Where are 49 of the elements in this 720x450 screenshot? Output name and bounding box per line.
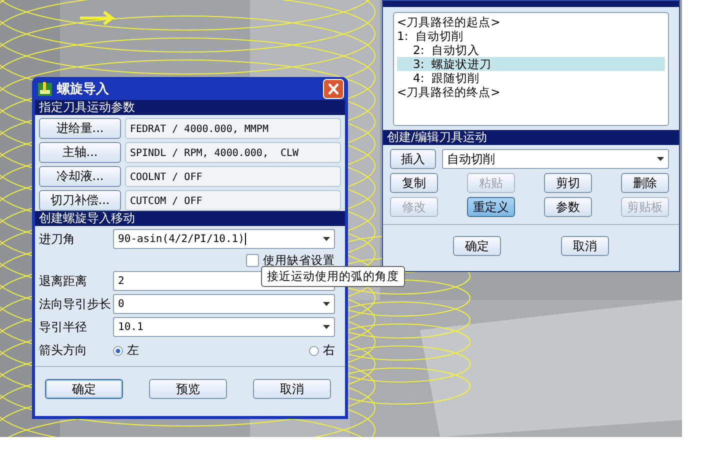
dropdown-arrow-icon [323,325,330,329]
dropdown-arrow-icon [323,237,330,241]
tool-path-item[interactable]: 4: 跟随切削 [397,71,665,85]
tool-path-item[interactable]: 1: 自动切削 [397,29,665,43]
toolbar-button[interactable]: 删除 [621,173,669,193]
parameter-value: COOLNT / OFF [125,166,341,187]
dialog-button[interactable]: 预览 [149,379,227,399]
field-label: 导引半径 [39,318,88,336]
motion-type-dropdown[interactable]: 自动切削 [442,149,669,169]
tooltip: 接近运动使用的弧的角度 [261,266,405,287]
radio-option[interactable]: 左 [113,342,139,359]
dialog-button[interactable]: 取消 [561,236,609,256]
checkbox-label: 使用缺省设置 [263,252,335,268]
dialog-button[interactable]: 确定 [453,236,501,256]
section-header: 创建螺旋导入移动 [35,211,345,226]
parameter-button[interactable]: 冷却液... [39,166,121,187]
angle-input-field[interactable]: 90-asin(4/2/PI/10.1) [113,229,335,249]
toolbar-button[interactable]: 参数 [544,197,592,217]
dropdown-arrow-icon [323,302,330,306]
parameter-value: FEDRAT / 4000.000, MMPM [125,118,341,139]
toolbar-button[interactable]: 剪切 [544,173,592,193]
field-label: 法向导引步长 [39,296,112,312]
toolbar-button[interactable]: 复制 [390,173,438,193]
section-header: 指定刀具运动参数 [35,100,345,115]
dropdown-arrow-icon [657,157,664,161]
checkbox[interactable] [246,254,259,266]
dialog-button[interactable]: 取消 [253,379,331,399]
app-icon [37,80,53,96]
window-title: 螺旋导入 [57,80,110,98]
parameter-button[interactable]: 切刀补偿... [39,190,121,211]
radio-option[interactable]: 右 [309,342,335,359]
toolbar-button[interactable]: 重定义 [467,197,515,217]
parameter-button[interactable]: 主轴... [39,142,121,163]
close-icon[interactable] [323,78,344,98]
field-label: 进刀角 [39,230,76,248]
parameter-button[interactable]: 进给量... [39,118,121,139]
tool-path-item[interactable]: <刀具路径的起点> [397,15,665,29]
tool-path-item[interactable]: 3: 螺旋状进刀 [397,57,665,71]
tool-path-item[interactable]: <刀具路径的终点> [397,85,665,99]
input-field[interactable]: 10.1 [113,317,335,337]
tool-path-item[interactable]: 2: 自动切入 [397,43,665,57]
section-header: 创建/编辑刀具运动 [383,130,679,145]
input-field[interactable]: 0 [113,294,335,314]
field-label: 退离距离 [39,272,88,290]
insert-button[interactable]: 插入 [390,149,436,169]
field-label: 箭头方向 [39,342,88,359]
parameter-value: SPINDL / RPM, 4000.000, CLW [125,142,341,163]
dialog-button[interactable]: 确定 [45,379,123,399]
parameter-value: CUTCOM / OFF [125,190,341,211]
